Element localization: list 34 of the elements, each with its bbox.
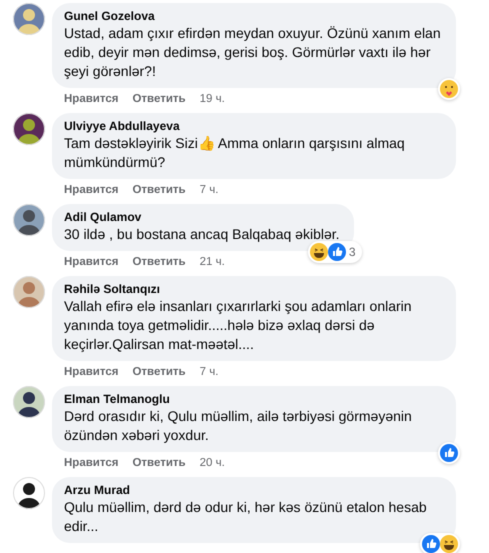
reply-link[interactable]: Ответить	[132, 255, 186, 269]
comment-text: Dərd orasıdır ki, Qulu müəllim, ailə tərbiyəsi görməyənin özündən xəbəri yoxdur.	[64, 407, 413, 445]
avatar[interactable]	[13, 113, 45, 145]
reply-link[interactable]: Ответить	[132, 456, 186, 470]
like-link[interactable]: Нравится	[64, 456, 118, 470]
author-name[interactable]: Gunel Gozelova	[64, 9, 442, 24]
like-link[interactable]: Нравится	[64, 365, 118, 379]
like-link[interactable]: Нравится	[64, 183, 118, 197]
timestamp: 19 ч.	[200, 92, 225, 106]
reply-link[interactable]: Ответить	[132, 92, 186, 106]
reaction-badge[interactable]: 3	[308, 241, 362, 263]
comment-text: Tam dəstəkləyirik Sizi👍 Amma onların qarşısını almaq mümkündürmü?	[64, 134, 406, 172]
timestamp: 7 ч.	[200, 365, 218, 379]
avatar[interactable]	[13, 204, 45, 236]
reaction-badge[interactable]	[420, 533, 460, 553]
avatar[interactable]	[13, 477, 45, 509]
author-name[interactable]: Rəhilə Soltanqızı	[64, 282, 442, 297]
comment-text: 30 ildə , bu bostana ancaq Balqabaq əkiblər.	[64, 225, 340, 244]
author-name[interactable]: Elman Telmanoglu	[64, 392, 442, 407]
like-link[interactable]: Нравится	[64, 255, 118, 269]
avatar[interactable]	[13, 386, 45, 418]
author-name[interactable]: Ulviyye Abdullayeva	[64, 119, 442, 134]
timestamp: 21 ч.	[200, 255, 225, 269]
author-name[interactable]: Adil Qulamov	[64, 210, 340, 225]
reply-link[interactable]: Ответить	[132, 183, 186, 197]
author-name[interactable]: Arzu Murad	[64, 483, 442, 498]
like-link[interactable]: Нравится	[64, 92, 118, 106]
reaction-count: 3	[348, 245, 357, 259]
timestamp: 7 ч.	[200, 183, 218, 197]
comment-text: Qulu müəllim, dərd də odur ki, hər kəs özünü etalon hesab edir...	[64, 498, 428, 536]
timestamp: 20 ч.	[200, 456, 225, 470]
comment-text: Vallah efirə elə insanları çıxarırlarki şou adamları onlarin yanında toya getməlidir.....hələ bizə əxlaq dərsi də keçirlər.Qalirsan mat-məətəl....	[64, 297, 413, 354]
reply-link[interactable]: Ответить	[132, 365, 186, 379]
comment-text: Ustad, adam çıxır efirdən meydan oxuyur. Özünü xanım elan edib, deyir mən dedimsə, gerisi boş. Görmürlər vaxtı ilə hər şeyi görənlər?!	[64, 24, 442, 81]
